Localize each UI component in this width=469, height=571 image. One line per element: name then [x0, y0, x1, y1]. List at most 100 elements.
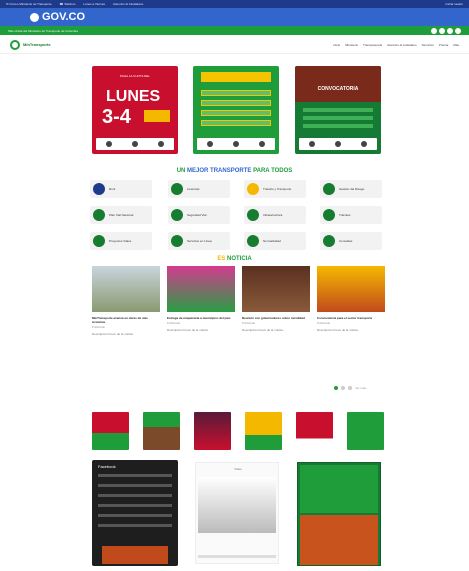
- tile-label: Trámites: [339, 213, 351, 217]
- feed-line: [98, 504, 172, 507]
- menu-item[interactable]: Inicio: [333, 43, 340, 47]
- quick-link-tile[interactable]: Normatividad: [244, 232, 306, 250]
- quick-link-tile[interactable]: Servicios en Línea: [168, 232, 230, 250]
- topbar-item[interactable]: ✉ Correo Ministerio de Transporte: [6, 2, 52, 6]
- tiles-section-title: UN MEJOR TRANSPORTE PARA TODOS: [0, 168, 469, 174]
- news-card[interactable]: MinTransporte avanza en obras de vías te…: [92, 266, 160, 336]
- logo-icon: [233, 141, 239, 147]
- poster-image: [295, 66, 381, 102]
- infrastructure-icon: [247, 209, 259, 221]
- runt-icon: [93, 183, 105, 195]
- feed-post-image: [102, 546, 168, 564]
- poster-card[interactable]: [193, 66, 279, 154]
- campaign-thumb[interactable]: [194, 412, 231, 450]
- gov-emblem-icon: [30, 12, 39, 22]
- poster-row: [201, 100, 271, 106]
- news-pagination: Ver más: [334, 386, 366, 390]
- tile-label: Proyectos Viales: [109, 239, 132, 243]
- quick-link-tile[interactable]: Plan Vial Nacional: [90, 206, 152, 224]
- news-date: Publicado: [92, 325, 106, 329]
- news-date: Publicado: [167, 321, 181, 325]
- quick-link-tile[interactable]: Transito y Transporte: [244, 180, 306, 198]
- quick-link-tile[interactable]: Licencias: [168, 180, 230, 198]
- campaign-thumb[interactable]: [347, 412, 384, 450]
- news-date: Publicado: [242, 321, 256, 325]
- news-image: [242, 266, 310, 312]
- poster-footer: [96, 138, 174, 150]
- see-more-link[interactable]: Ver más: [355, 386, 366, 390]
- news-image: [167, 266, 235, 312]
- login-link[interactable]: Iniciar sesión: [445, 2, 463, 6]
- menu-item[interactable]: Servicios: [422, 43, 434, 47]
- quick-link-tile[interactable]: Consultas: [320, 232, 382, 250]
- pager-dot[interactable]: [341, 386, 345, 390]
- pager-dot[interactable]: [348, 386, 352, 390]
- news-title[interactable]: Reunión con gobernadores sobre movilidad: [242, 316, 310, 320]
- youtube-icon[interactable]: [455, 27, 461, 34]
- menu-item[interactable]: Prensa: [439, 43, 449, 47]
- instagram-icon[interactable]: [447, 27, 453, 34]
- menu-item[interactable]: Más: [453, 43, 459, 47]
- quick-link-tile[interactable]: Proyectos Viales: [90, 232, 152, 250]
- campaign-thumb[interactable]: [143, 412, 180, 450]
- quick-link-tile[interactable]: Gestión del Riesgo: [320, 180, 382, 198]
- video-controls[interactable]: [198, 555, 276, 558]
- campaign-thumb[interactable]: [245, 412, 282, 450]
- facebook-icon[interactable]: [431, 27, 437, 34]
- license-icon: [171, 183, 183, 195]
- title-part: UN: [176, 168, 188, 174]
- news-card[interactable]: Entrega de maquinaria a municipios del p…: [167, 266, 235, 332]
- campaign-thumb[interactable]: [92, 412, 129, 450]
- main-menu: Inicio Ministerio Transparencia Atención…: [333, 43, 459, 47]
- menu-item[interactable]: Transparencia: [363, 43, 382, 47]
- menu-item[interactable]: Atención al ciudadano: [387, 43, 417, 47]
- topbar-item[interactable]: Atención al Ciudadano: [113, 2, 143, 6]
- news-title[interactable]: Convocatoria para el sector transporte: [317, 316, 385, 320]
- video-screen[interactable]: [198, 477, 276, 533]
- poster-card[interactable]: PAGA LA CUOTA DEL LUNES 3-4: [92, 66, 178, 154]
- news-card[interactable]: Reunión con gobernadores sobre movilidad…: [242, 266, 310, 332]
- gov-logo[interactable]: GOV.CO: [30, 11, 85, 23]
- road-plan-icon: [93, 209, 105, 221]
- poster-row: [303, 108, 373, 112]
- traffic-icon: [247, 183, 259, 195]
- campaign-thumbnails: [92, 412, 384, 450]
- quick-link-tile[interactable]: Seguridad Vial: [168, 206, 230, 224]
- poster-big-text: LUNES: [106, 88, 161, 105]
- twitter-icon[interactable]: [439, 27, 445, 34]
- news-card[interactable]: Convocatoria para el sector transporte P…: [317, 266, 385, 332]
- poster-footer: [299, 138, 377, 150]
- poster-card[interactable]: CONVOCATORIA: [295, 66, 381, 154]
- logo-icon: [158, 141, 164, 147]
- social-links: [431, 27, 461, 34]
- quick-link-tile[interactable]: Trámites: [320, 206, 382, 224]
- quick-link-tile[interactable]: Infraestructura: [244, 206, 306, 224]
- tile-label: Runt: [109, 187, 116, 191]
- news-excerpt: Descripción breve de la noticia.: [92, 332, 134, 336]
- tile-label: Plan Vial Nacional: [109, 213, 134, 217]
- logo-icon: [361, 141, 367, 147]
- title-part: ES: [217, 256, 227, 262]
- news-section-title: ES NOTICIA: [0, 256, 469, 262]
- site-brand[interactable]: MinTransporte: [10, 39, 51, 50]
- pager-dot[interactable]: [334, 386, 338, 390]
- video-embed[interactable]: Video: [195, 462, 279, 564]
- news-image: [317, 266, 385, 312]
- feed-title: Facebook: [98, 464, 116, 469]
- news-title[interactable]: Entrega de maquinaria a municipios del p…: [167, 316, 235, 320]
- instagram-feed[interactable]: [297, 462, 381, 566]
- tile-label: Transito y Transporte: [263, 187, 292, 191]
- news-title[interactable]: MinTransporte avanza en obras de vías te…: [92, 316, 160, 324]
- gov-header: GOV.CO: [0, 8, 469, 26]
- title-part: MEJOR TRANSPORTE: [187, 168, 254, 174]
- hero-posters: PAGA LA CUOTA DEL LUNES 3-4 CONVOCATORIA: [0, 66, 469, 156]
- topbar-item[interactable]: ☎ Teléfono: [60, 2, 76, 6]
- online-services-icon: [171, 235, 183, 247]
- quick-link-tile[interactable]: Runt: [90, 180, 152, 198]
- feed-line: [98, 474, 172, 477]
- poster-row: [201, 110, 271, 116]
- menu-item[interactable]: Ministerio: [345, 43, 358, 47]
- campaign-thumb[interactable]: [296, 412, 333, 450]
- feed-post-image: [300, 465, 378, 513]
- facebook-feed[interactable]: Facebook: [92, 460, 178, 566]
